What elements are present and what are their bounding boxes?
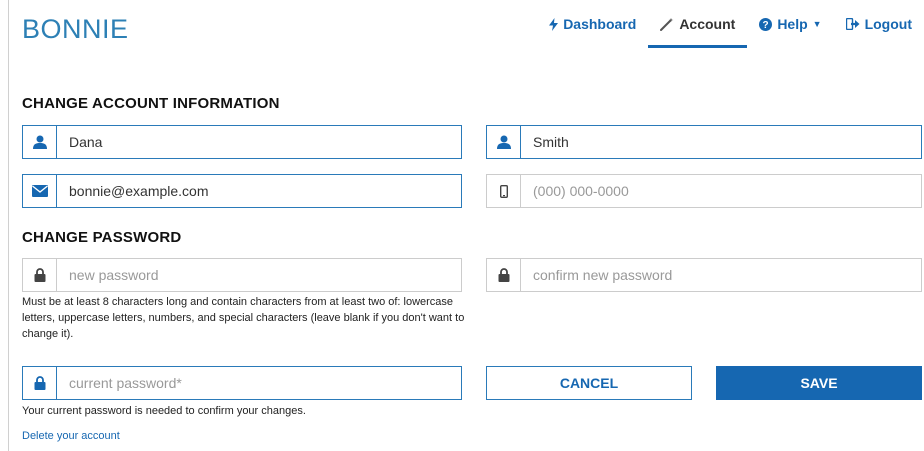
top-nav: Dashboard Account ? Help ▼ Logout xyxy=(537,0,924,48)
nav-help[interactable]: ? Help ▼ xyxy=(747,0,833,48)
wand-icon xyxy=(660,17,674,31)
cancel-button[interactable]: CANCEL xyxy=(486,366,692,400)
nav-dashboard[interactable]: Dashboard xyxy=(537,0,648,48)
confirm-password-input[interactable] xyxy=(521,259,921,291)
nav-logout[interactable]: Logout xyxy=(834,0,924,48)
nav-dashboard-label: Dashboard xyxy=(563,16,637,32)
last-name-field xyxy=(486,125,922,159)
brand-logo[interactable]: BONNIE xyxy=(22,14,129,45)
question-circle-icon: ? xyxy=(759,17,773,31)
password-help-text: Must be at least 8 characters long and c… xyxy=(22,296,465,340)
confirm-password-field xyxy=(486,258,922,292)
nav-account-label: Account xyxy=(679,16,736,32)
mobile-icon xyxy=(487,175,521,207)
caret-down-icon: ▼ xyxy=(812,19,822,29)
save-button[interactable]: SAVE xyxy=(716,366,922,400)
last-name-input[interactable] xyxy=(521,126,921,158)
current-password-field xyxy=(22,366,462,400)
lock-icon xyxy=(487,259,521,291)
phone-field xyxy=(486,174,922,208)
svg-text:?: ? xyxy=(763,20,769,31)
current-password-help-text: Your current password is needed to confi… xyxy=(22,405,306,417)
password-section-title: CHANGE PASSWORD xyxy=(22,229,182,246)
lock-icon xyxy=(23,367,57,399)
first-name-field xyxy=(22,125,462,159)
email-input[interactable] xyxy=(57,175,461,207)
nav-help-label: Help xyxy=(777,16,808,32)
user-icon xyxy=(487,126,521,158)
new-password-field xyxy=(22,258,462,292)
current-password-input[interactable] xyxy=(57,367,461,399)
user-icon xyxy=(23,126,57,158)
bolt-icon xyxy=(549,17,559,31)
lock-icon xyxy=(23,259,57,291)
new-password-input[interactable] xyxy=(57,259,461,291)
nav-account[interactable]: Account xyxy=(648,0,748,48)
sign-out-icon xyxy=(845,18,860,30)
envelope-icon xyxy=(23,175,57,207)
delete-account-link[interactable]: Delete your account xyxy=(22,430,120,442)
email-field xyxy=(22,174,462,208)
first-name-input[interactable] xyxy=(57,126,461,158)
nav-logout-label: Logout xyxy=(864,16,912,32)
phone-input[interactable] xyxy=(521,175,921,207)
account-section-title: CHANGE ACCOUNT INFORMATION xyxy=(22,95,280,112)
